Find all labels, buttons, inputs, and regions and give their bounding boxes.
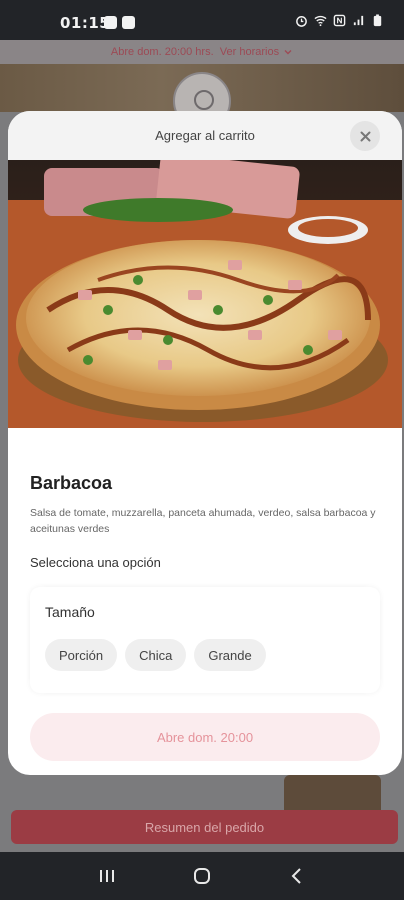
product-description: Salsa de tomate, muzzarella, panceta ahu…: [30, 507, 376, 535]
add-to-cart-modal: Agregar al carrito Barbacoa Salsa de tom…: [8, 111, 402, 775]
product-name: Barbacoa: [30, 473, 113, 493]
schedule-banner[interactable]: Abre dom. 20:00 hrs. Ver horarios: [0, 40, 404, 64]
size-option-group: Tamaño Porción Chica Grande: [30, 587, 380, 693]
close-icon: [360, 131, 370, 141]
status-bar: 01:15: [0, 0, 404, 40]
add-to-cart-button[interactable]: Abre dom. 20:00: [30, 713, 380, 761]
banner-text: Abre dom. 20:00 hrs.: [110, 46, 214, 58]
nfc-icon: [333, 14, 346, 27]
back-button[interactable]: [277, 856, 317, 896]
option-chip-chica[interactable]: Chica: [125, 639, 187, 671]
status-time: 01:15: [60, 14, 111, 32]
battery-icon: [373, 14, 382, 27]
option-chip-porcion[interactable]: Porción: [45, 639, 118, 671]
wifi-icon: [314, 15, 327, 27]
view-schedule-link[interactable]: Ver horarios: [220, 46, 279, 58]
home-icon: [193, 868, 210, 884]
select-option-prompt: Selecciona una opción: [30, 555, 161, 570]
product-image: [8, 160, 402, 428]
modal-title: Agregar al carrito: [155, 128, 255, 143]
alarm-icon: [296, 16, 307, 27]
recent-apps-button[interactable]: [87, 856, 127, 896]
option-chip-grande[interactable]: Grande: [194, 639, 266, 671]
close-button[interactable]: [350, 121, 380, 151]
size-options: Porción Chica Grande: [45, 639, 266, 671]
back-icon: [291, 868, 301, 884]
image-icon: [104, 16, 117, 29]
app-icon: [122, 16, 135, 29]
order-summary-button[interactable]: Resumen del pedido: [11, 810, 398, 844]
chevron-down-icon: [284, 50, 292, 55]
recent-apps-icon: [100, 870, 115, 882]
signal-icon: [353, 15, 364, 26]
modal-header: Agregar al carrito: [8, 111, 402, 160]
home-button[interactable]: [182, 856, 222, 896]
system-nav-bar: [0, 852, 404, 900]
option-group-title: Tamaño: [45, 604, 95, 620]
